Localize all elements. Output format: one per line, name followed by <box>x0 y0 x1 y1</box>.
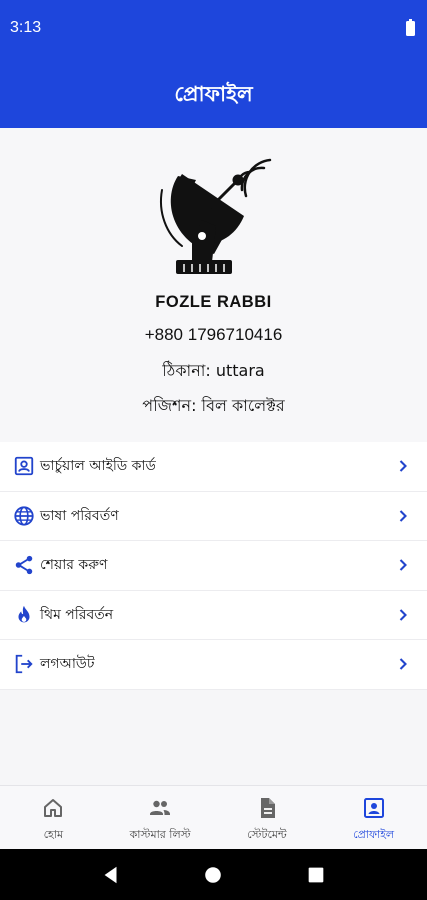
profile-address: ঠিকানা: uttara <box>162 361 265 380</box>
satellite-dish-icon <box>160 158 272 274</box>
profile-icon <box>363 798 384 818</box>
chevron-right-icon <box>399 658 407 670</box>
menu-item-change-theme[interactable]: থিম পরিবর্তন <box>0 590 427 640</box>
profile-phone: +880 1796710416 <box>144 325 283 344</box>
profile-position: পজিশন: বিল কালেক্টর <box>142 396 285 415</box>
nav-profile[interactable]: প্রোফাইল <box>320 786 427 849</box>
document-icon <box>260 798 275 818</box>
id-card-icon <box>13 455 35 477</box>
profile-card: FOZLE RABBI +880 1796710416 ঠিকানা: utta… <box>0 128 427 442</box>
chevron-right-icon <box>399 510 407 522</box>
chevron-right-icon <box>399 460 407 472</box>
menu-item-share[interactable]: শেয়ার করুণ <box>0 541 427 591</box>
nav-label: প্রোফাইল <box>353 828 395 841</box>
nav-customer-list[interactable]: কাস্টমার লিস্ট <box>107 786 214 849</box>
menu-item-label: লগআউট <box>40 656 95 673</box>
logout-icon <box>13 653 35 675</box>
nav-label: কাস্টমার লিস্ট <box>129 828 191 841</box>
home-icon <box>44 799 63 817</box>
bottom-navigation: হোম কাস্টমার লিস্ট স্টেটমেন্ট প্রোফাইল <box>0 785 427 849</box>
status-bar: 3:13 <box>0 0 427 56</box>
top-app-bar: 3:13 প্রোফাইল <box>0 0 427 128</box>
nav-statement[interactable]: স্টেটমেন্ট <box>214 786 321 849</box>
flame-icon <box>13 604 35 626</box>
profile-menu: ভার্চুয়াল আইডি কার্ড ভাষা পরিবর্তণ শেয়… <box>0 442 427 690</box>
menu-item-logout[interactable]: লগআউট <box>0 640 427 690</box>
home-button-icon[interactable] <box>202 864 224 886</box>
chevron-right-icon <box>399 609 407 621</box>
globe-icon <box>13 505 35 527</box>
people-icon <box>150 800 171 815</box>
menu-item-label: ভার্চুয়াল আইডি কার্ড <box>40 458 156 475</box>
nav-home[interactable]: হোম <box>0 786 107 849</box>
nav-label: হোম <box>43 828 64 841</box>
back-icon[interactable] <box>100 864 122 886</box>
nav-label: স্টেটমেন্ট <box>247 828 287 841</box>
share-icon <box>13 554 35 576</box>
status-time: 3:13 <box>10 19 42 36</box>
menu-item-label: থিম পরিবর্তন <box>40 606 114 623</box>
menu-item-label: শেয়ার করুণ <box>40 557 108 574</box>
page-title: প্রোফাইল <box>174 82 253 106</box>
system-navigation-bar <box>0 849 427 900</box>
battery-icon <box>406 18 415 36</box>
profile-name: FOZLE RABBI <box>155 293 272 311</box>
menu-item-virtual-id-card[interactable]: ভার্চুয়াল আইডি কার্ড <box>0 442 427 492</box>
menu-item-change-language[interactable]: ভাষা পরিবর্তণ <box>0 491 427 541</box>
menu-item-label: ভাষা পরিবর্তণ <box>40 507 119 524</box>
recents-icon[interactable] <box>305 864 327 886</box>
chevron-right-icon <box>399 559 407 571</box>
